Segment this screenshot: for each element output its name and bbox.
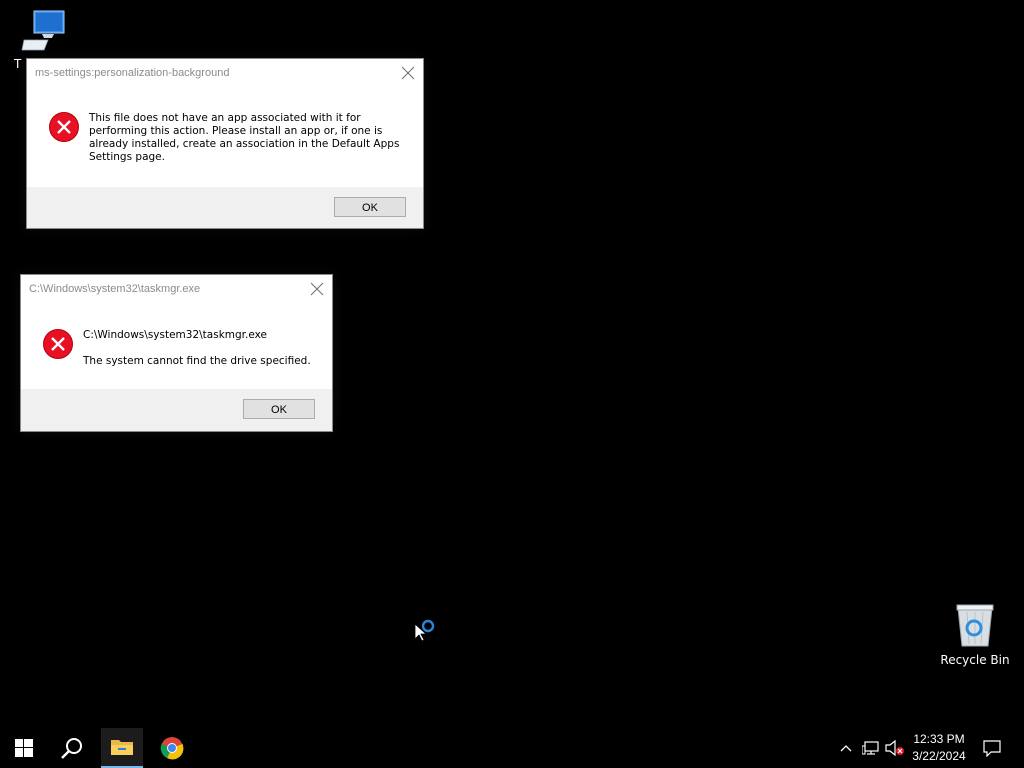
windows-start-icon xyxy=(15,739,33,757)
close-icon[interactable] xyxy=(308,280,326,298)
desktop: T Recycle Bin ms-settings:personalizatio… xyxy=(0,0,1024,728)
error-dialog-taskmgr: C:\Windows\system32\taskmgr.exe C:\Windo… xyxy=(20,274,333,432)
action-center-button[interactable] xyxy=(978,728,1006,768)
dialog-titlebar[interactable]: ms-settings:personalization-background xyxy=(27,59,423,87)
start-button[interactable] xyxy=(0,728,48,768)
network-tray-button[interactable] xyxy=(860,728,882,768)
ok-button[interactable]: OK xyxy=(334,197,406,217)
chrome-taskbar-button[interactable] xyxy=(150,728,194,768)
clock-date: 3/22/2024 xyxy=(912,749,966,763)
network-icon xyxy=(862,741,879,755)
recycle-bin-desktop-icon[interactable]: Recycle Bin xyxy=(940,602,1010,667)
file-explorer-taskbar-button[interactable] xyxy=(101,728,143,768)
volume-muted-icon xyxy=(885,740,904,756)
dialog-title: ms-settings:personalization-background xyxy=(35,67,230,79)
computer-icon xyxy=(21,10,65,51)
recycle-bin-label: Recycle Bin xyxy=(940,653,1010,667)
volume-tray-button[interactable] xyxy=(884,728,906,768)
search-button[interactable] xyxy=(48,728,96,768)
error-icon xyxy=(49,112,79,142)
dialog-title: C:\Windows\system32\taskmgr.exe xyxy=(29,283,201,295)
dialog-titlebar[interactable]: C:\Windows\system32\taskmgr.exe xyxy=(21,275,332,303)
close-icon[interactable] xyxy=(399,64,417,82)
error-icon xyxy=(43,329,73,359)
error-dialog-personalization: ms-settings:personalization-background T… xyxy=(26,58,424,229)
search-icon xyxy=(61,738,82,759)
file-explorer-icon xyxy=(111,740,133,755)
taskbar-clock[interactable]: 12:33 PM 3/22/2024 xyxy=(908,731,970,765)
chevron-up-icon xyxy=(840,745,852,752)
dialog-message: This file does not have an app associate… xyxy=(89,112,400,163)
dialog-body: This file does not have an app associate… xyxy=(27,87,423,187)
notifications-icon xyxy=(983,740,1001,757)
busy-cursor-icon xyxy=(414,619,435,642)
ok-button[interactable]: OK xyxy=(243,399,315,419)
dialog-message-error: The system cannot find the drive specifi… xyxy=(83,355,311,367)
chrome-icon xyxy=(160,737,184,760)
clock-time: 12:33 PM xyxy=(913,732,965,746)
dialog-message-path: C:\Windows\system32\taskmgr.exe xyxy=(83,329,267,341)
show-hidden-icons-button[interactable] xyxy=(836,728,856,768)
recycle-bin-icon xyxy=(956,604,994,647)
taskbar: 12:33 PM 3/22/2024 xyxy=(0,728,1024,768)
